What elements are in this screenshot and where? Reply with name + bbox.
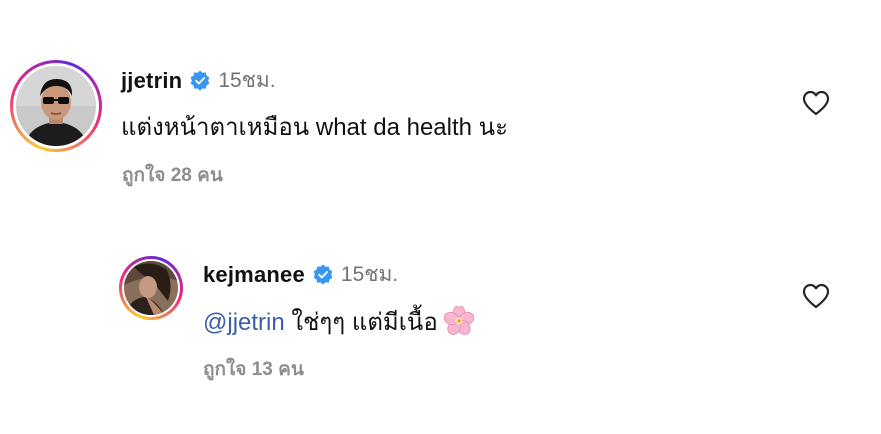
username[interactable]: kejmanee [203,262,305,288]
avatar[interactable] [16,66,96,146]
avatar-story-ring[interactable] [10,60,102,152]
verified-badge-icon [312,264,334,286]
comment-time: 15ชม. [340,263,399,286]
verified-badge-icon [189,70,211,92]
like-count[interactable]: ถูกใจ 28 คน [122,160,223,190]
heart-outline-icon[interactable] [802,90,830,116]
cherry-blossom-emoji [443,305,475,336]
comment-text: แต่งหน้าตาเหมือน what da health นะ [121,114,508,141]
comment-header: kejmanee 15ชม. [203,258,398,291]
username[interactable]: jjetrin [121,68,182,94]
like-count[interactable]: ถูกใจ 13 คน [203,354,304,384]
avatar-story-ring[interactable] [119,256,183,320]
comment-header: jjetrin 15ชม. [121,64,276,97]
heart-outline-icon[interactable] [802,283,830,309]
avatar[interactable] [124,261,178,315]
comment-text-body: ใช่ๆๆ แต่มีเนื้อ [284,309,438,336]
comment-time: 15ชม. [218,69,276,92]
mention-link[interactable]: @jjetrin [203,309,285,336]
comment-text: @jjetrin ใช่ๆๆ แต่มีเนื้อ [203,302,475,341]
